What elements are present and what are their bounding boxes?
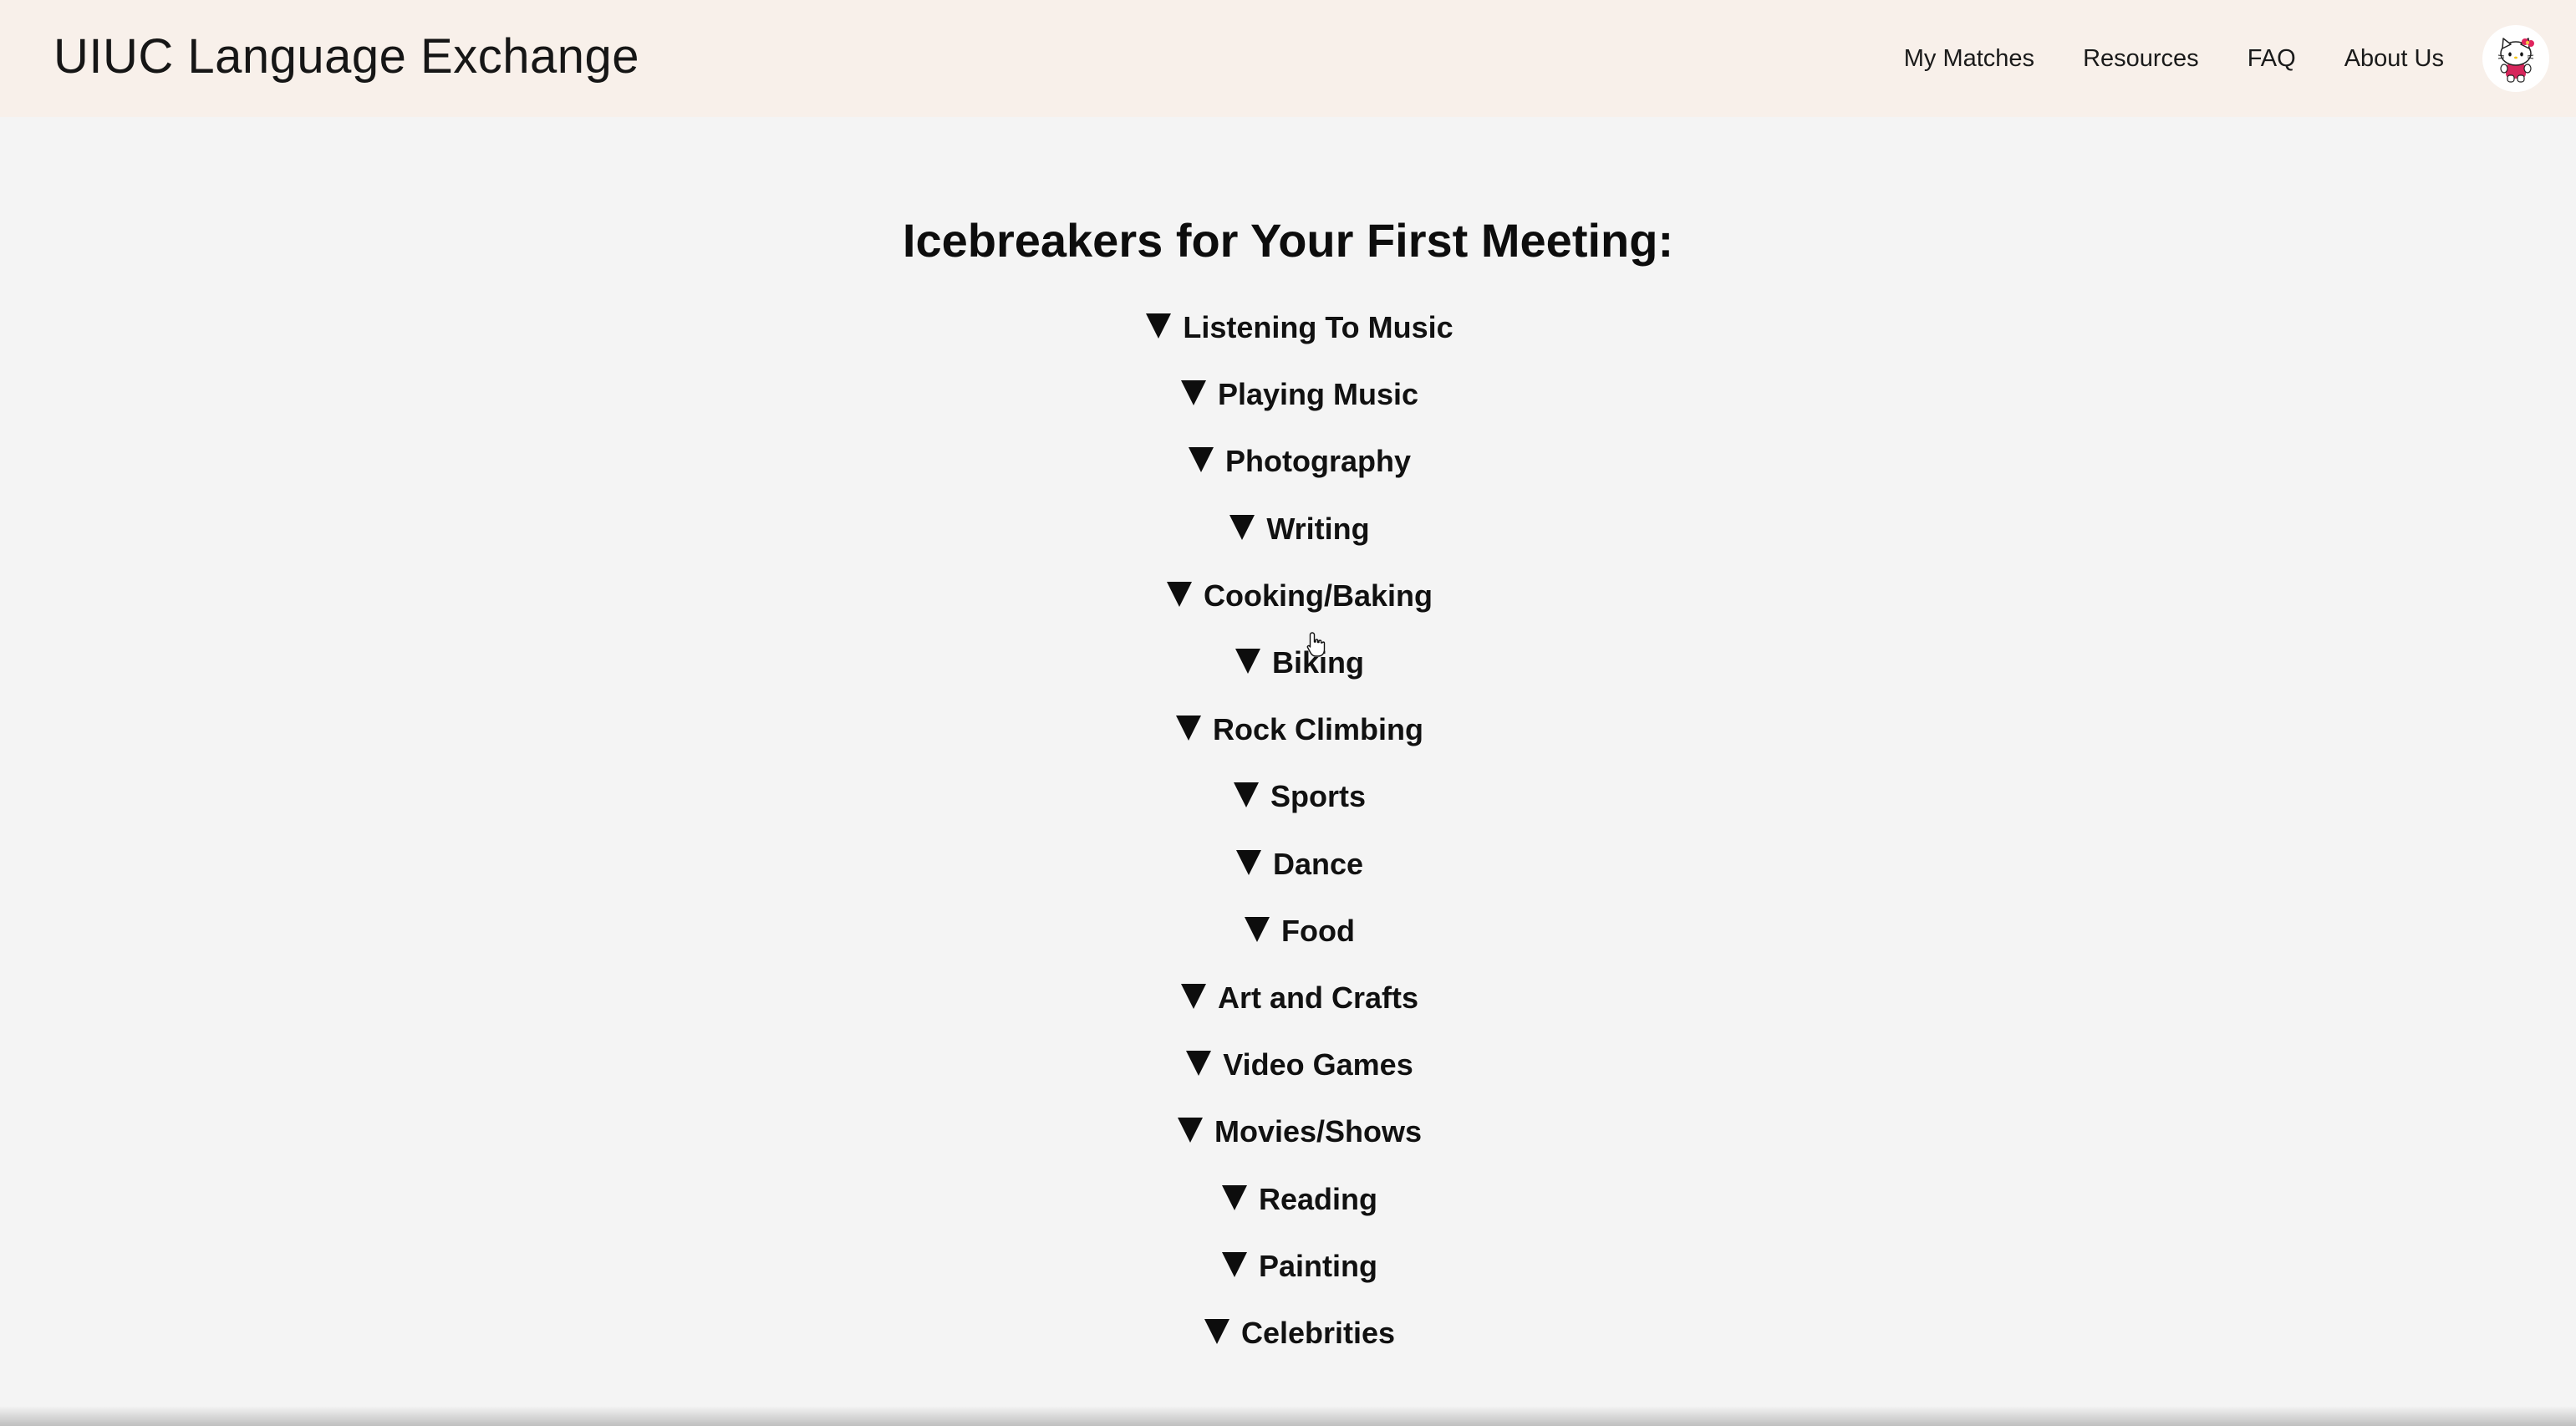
page-title: Icebreakers for Your First Meeting:	[902, 214, 1674, 267]
topic-art-and-crafts[interactable]: Art and Crafts	[0, 965, 2576, 1031]
triangle-down-icon	[1245, 916, 1270, 942]
hello-kitty-avatar-icon	[2497, 38, 2534, 83]
topic-biking[interactable]: Biking	[0, 629, 2576, 696]
topic-dance[interactable]: Dance	[0, 831, 2576, 898]
topic-photography[interactable]: Photography	[0, 428, 2576, 495]
triangle-down-icon	[1166, 581, 1192, 607]
triangle-down-icon	[1221, 1184, 1247, 1210]
topic-food[interactable]: Food	[0, 898, 2576, 965]
topic-playing-music[interactable]: Playing Music	[0, 361, 2576, 428]
icebreaker-topic-list: Listening To Music Playing Music Photogr…	[0, 294, 2576, 1367]
topic-rock-climbing[interactable]: Rock Climbing	[0, 696, 2576, 763]
topic-label: Sports	[1270, 779, 1366, 814]
nav-about-us[interactable]: About Us	[2344, 45, 2444, 73]
profile-avatar[interactable]	[2482, 25, 2549, 92]
topic-painting[interactable]: Painting	[0, 1233, 2576, 1300]
topic-label: Writing	[1266, 511, 1370, 546]
main-content: Icebreakers for Your First Meeting: List…	[0, 117, 2576, 1426]
topic-label: Video Games	[1223, 1047, 1413, 1082]
triangle-down-icon	[1146, 313, 1172, 339]
topic-label: Listening To Music	[1183, 310, 1453, 345]
window-bottom-edge	[0, 1406, 2576, 1426]
topic-video-games[interactable]: Video Games	[0, 1031, 2576, 1098]
triangle-down-icon	[1180, 983, 1206, 1009]
triangle-down-icon	[1189, 447, 1214, 473]
topic-listening-to-music[interactable]: Listening To Music	[0, 294, 2576, 361]
triangle-down-icon	[1204, 1318, 1229, 1344]
topic-label: Movies/Shows	[1214, 1114, 1423, 1149]
hand-pointer-cursor-icon	[1306, 632, 1326, 657]
topic-sports[interactable]: Sports	[0, 763, 2576, 830]
triangle-down-icon	[1235, 849, 1261, 875]
topic-movies-shows[interactable]: Movies/Shows	[0, 1098, 2576, 1165]
topic-label: Art and Crafts	[1217, 980, 1419, 1015]
site-brand[interactable]: UIUC Language Exchange	[53, 28, 639, 84]
topic-label: Playing Music	[1217, 377, 1419, 412]
topic-label: Celebrities	[1240, 1315, 1396, 1350]
nav-links: My Matches Resources FAQ About Us	[1904, 22, 2549, 95]
topic-cooking-baking[interactable]: Cooking/Baking	[0, 563, 2576, 629]
topic-reading[interactable]: Reading	[0, 1165, 2576, 1232]
topic-label: Photography	[1225, 444, 1411, 479]
triangle-down-icon	[1233, 782, 1259, 808]
triangle-down-icon	[1186, 1051, 1212, 1077]
topic-label: Rock Climbing	[1212, 712, 1424, 747]
topic-celebrities[interactable]: Celebrities	[0, 1300, 2576, 1367]
topic-label: Painting	[1259, 1248, 1377, 1283]
triangle-down-icon	[1229, 514, 1255, 540]
triangle-down-icon	[1177, 1118, 1203, 1143]
topic-label: Reading	[1258, 1181, 1377, 1216]
triangle-down-icon	[1222, 1251, 1247, 1277]
triangle-down-icon	[1175, 716, 1201, 741]
nav-faq[interactable]: FAQ	[2248, 45, 2296, 73]
triangle-down-icon	[1235, 649, 1260, 675]
nav-resources[interactable]: Resources	[2083, 45, 2199, 73]
topic-label: Cooking/Baking	[1203, 578, 1433, 613]
topic-label: Food	[1281, 913, 1355, 948]
nav-my-matches[interactable]: My Matches	[1904, 45, 2034, 73]
triangle-down-icon	[1180, 380, 1206, 406]
topic-label: Dance	[1272, 846, 1364, 881]
topic-writing[interactable]: Writing	[0, 496, 2576, 563]
top-navbar: UIUC Language Exchange My Matches Resour…	[0, 0, 2576, 117]
